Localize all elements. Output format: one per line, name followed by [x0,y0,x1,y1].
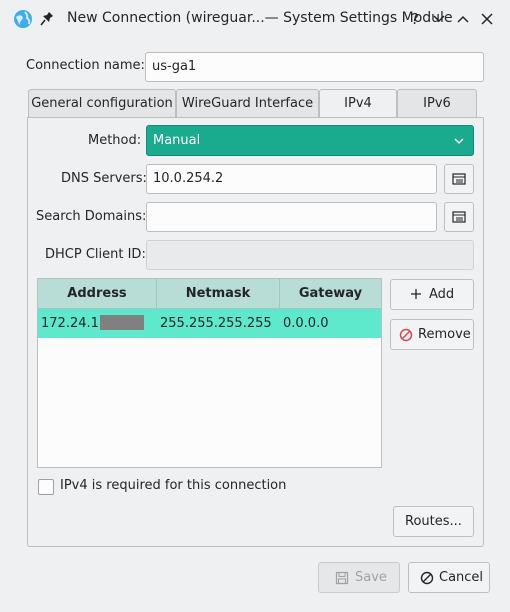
window-title: New Connection (wireguar...— System Sett… [67,10,453,26]
address-cell[interactable]: 172.24.1 [38,309,157,338]
dns-servers-input[interactable]: 10.0.254.2 [146,164,437,194]
save-icon [335,571,349,585]
address-value: 172.24.1 [41,316,99,331]
pin-icon[interactable] [40,11,54,27]
column-header-address[interactable]: Address [38,279,157,309]
tab-wireguard-interface[interactable]: WireGuard Interface [176,89,319,118]
dns-edit-list-button[interactable] [444,164,474,194]
column-header-gateway[interactable]: Gateway [280,279,381,309]
list-edit-icon [452,211,466,223]
dns-servers-label: DNS Servers: [61,171,147,186]
connection-name-input[interactable]: us-ga1 [145,52,484,82]
ipv4-required-checkbox[interactable] [38,479,54,495]
save-button[interactable]: Save [318,562,400,593]
save-label: Save [355,570,387,585]
column-header-netmask[interactable]: Netmask [157,279,280,309]
routes-button[interactable]: Routes... [393,506,474,537]
minimize-button[interactable] [429,9,449,29]
close-button[interactable] [477,9,497,29]
ipv4-required-label[interactable]: IPv4 is required for this connection [60,478,286,493]
method-select[interactable]: Manual [146,125,474,156]
cancel-icon [420,571,434,585]
cancel-label: Cancel [439,570,484,585]
remove-icon [399,328,413,342]
dhcp-client-id-input[interactable] [146,240,474,270]
dhcp-client-id-label: DHCP Client ID: [45,247,146,262]
remove-label: Remove [418,327,471,342]
method-label: Method: [88,133,142,148]
tab-ipv4[interactable]: IPv4 [319,89,397,120]
add-button[interactable]: Add [390,279,474,310]
list-edit-icon [452,173,466,185]
chevron-down-icon [454,138,464,145]
chevron-up-icon [457,15,469,23]
gateway-cell[interactable]: 0.0.0.0 [280,309,381,338]
add-label: Add [429,287,455,302]
table-row[interactable]: 172.24.1 255.255.255.255 0.0.0.0 [38,309,381,338]
app-globe-icon [14,10,32,28]
tab-general-configuration[interactable]: General configuration [28,89,176,118]
method-value: Manual [153,133,201,148]
connection-name-label: Connection name: [26,58,145,73]
search-domains-edit-list-button[interactable] [444,202,474,232]
netmask-cell[interactable]: 255.255.255.255 [157,309,280,338]
help-button[interactable]: ? [405,9,425,29]
search-domains-label: Search Domains: [36,209,147,224]
cancel-button[interactable]: Cancel [408,562,490,593]
plus-icon [411,289,421,299]
search-domains-input[interactable] [146,202,437,232]
address-table: Address Netmask Gateway 172.24.1 255.255… [37,278,382,468]
remove-button[interactable]: Remove [390,319,474,350]
tab-ipv6[interactable]: IPv6 [397,89,477,118]
redaction-block [99,315,144,330]
chevron-down-icon [433,15,445,23]
title-bar: New Connection (wireguar...— System Sett… [0,0,510,38]
close-icon [481,13,493,25]
maximize-button[interactable] [453,9,473,29]
